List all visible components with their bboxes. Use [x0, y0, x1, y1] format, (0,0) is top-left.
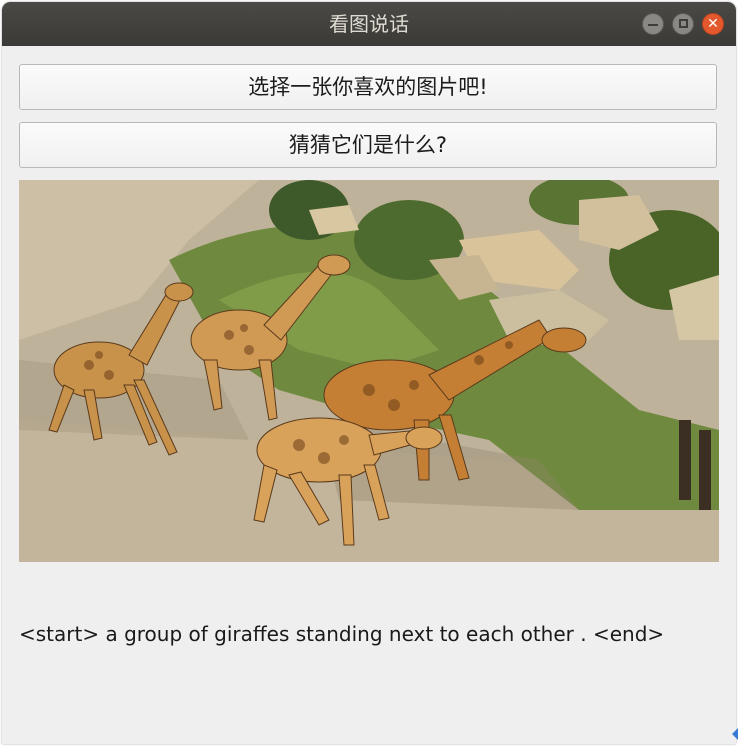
minimize-icon: [648, 24, 658, 26]
window-title: 看图说话: [329, 12, 409, 36]
caption-text: <start> a group of giraffes standing nex…: [19, 622, 665, 646]
maximize-icon: [678, 19, 688, 28]
giraffes-photo: [19, 180, 719, 562]
guess-button[interactable]: 猜猜它们是什么?: [19, 122, 717, 168]
app-window: 看图说话 ✕ 选择一张你喜欢的图片吧! 猜猜它们是什么? <start> a g…: [2, 2, 736, 744]
choose-image-button[interactable]: 选择一张你喜欢的图片吧!: [19, 64, 717, 110]
close-icon: ✕: [707, 16, 719, 32]
maximize-button[interactable]: [672, 13, 694, 35]
close-button[interactable]: ✕: [702, 13, 724, 35]
resize-marker: [732, 728, 738, 740]
title-bar[interactable]: 看图说话 ✕: [2, 2, 736, 46]
minimize-button[interactable]: [642, 13, 664, 35]
image-preview: [19, 180, 719, 562]
